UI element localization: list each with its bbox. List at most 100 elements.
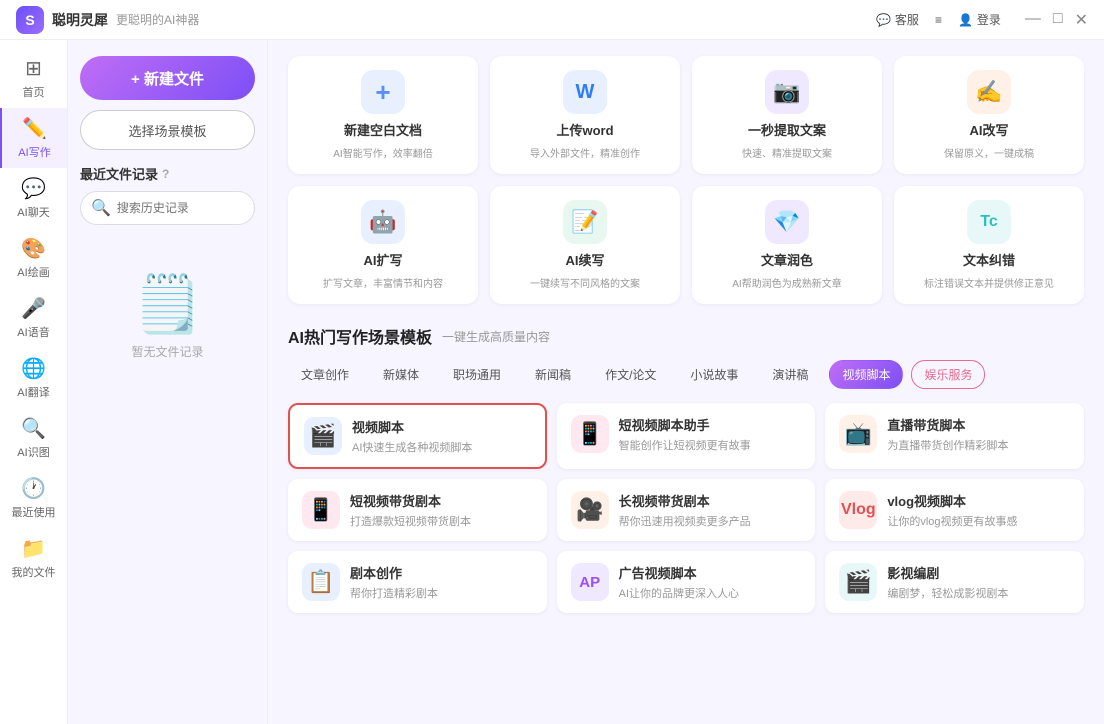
polish-icon: 💎 <box>765 200 809 244</box>
feature-card-new-blank[interactable]: + 新建空白文档 AI智能写作，效率翻倍 <box>288 56 478 174</box>
sidebar-label-ai-chat: AI聊天 <box>17 204 49 220</box>
vlog-info: vlog视频脚本 让你的vlog视频更有故事感 <box>887 491 1017 529</box>
template-tabs: 文章创作 新媒体 职场通用 新闻稿 作文/论文 小说故事 演讲稿 视频脚本 娱乐… <box>288 360 1084 389</box>
choose-template-button[interactable]: 选择场景模板 <box>80 110 255 150</box>
film-script-info: 影视编剧 编剧梦，轻松成影视剧本 <box>887 563 1008 601</box>
sidebar-item-ai-write[interactable]: ✏️ AI写作 <box>0 108 67 168</box>
left-panel: + 新建文件 选择场景模板 最近文件记录 ? 🔍 🗒️ 暂无文件记录 <box>68 40 268 724</box>
feature-card-ai-rewrite[interactable]: ✍️ AI改写 保留原义，一键成稿 <box>894 56 1084 174</box>
ai-rewrite-desc: 保留原义，一键成稿 <box>944 145 1034 160</box>
tab-workplace[interactable]: 职场通用 <box>440 360 514 389</box>
short-video-assistant-info: 短视频脚本助手 智能创作让短视频更有故事 <box>619 415 751 453</box>
feature-card-ai-continue[interactable]: 📝 AI续写 一键续写不同风格的文案 <box>490 186 680 304</box>
polish-desc: AI帮助润色为成熟新文章 <box>732 275 841 290</box>
sidebar-item-home[interactable]: ⊞ 首页 <box>0 48 67 108</box>
sidebar-label-ai-voice: AI语音 <box>17 324 49 340</box>
sidebar-item-ai-translate[interactable]: 🌐 AI翻译 <box>0 348 67 408</box>
template-card-short-video-assistant[interactable]: 📱 短视频脚本助手 智能创作让短视频更有故事 <box>557 403 816 469</box>
short-goods-info: 短视频带货剧本 打造爆款短视频带货剧本 <box>350 491 471 529</box>
template-card-script-create[interactable]: 📋 剧本创作 帮你打造精彩剧本 <box>288 551 547 613</box>
close-button[interactable]: ✕ <box>1075 10 1088 30</box>
menu-button[interactable]: ≡ <box>935 13 942 27</box>
template-card-ad-video[interactable]: AP 广告视频脚本 AI让你的品牌更深入人心 <box>557 551 816 613</box>
tab-novel[interactable]: 小说故事 <box>677 360 751 389</box>
template-card-long-goods[interactable]: 🎥 长视频带货剧本 帮你迅速用视频卖更多产品 <box>557 479 816 541</box>
tab-new-media[interactable]: 新媒体 <box>370 360 432 389</box>
sidebar-item-ai-draw[interactable]: 🎨 AI绘画 <box>0 228 67 288</box>
sidebar-item-my-files[interactable]: 📁 我的文件 <box>0 528 67 588</box>
login-button[interactable]: 👤 登录 <box>958 11 1001 28</box>
new-blank-title: 新建空白文档 <box>344 120 422 139</box>
sidebar-label-ai-identify: AI识图 <box>17 444 49 460</box>
search-box[interactable]: 🔍 <box>80 191 255 225</box>
sidebar-item-ai-chat[interactable]: 💬 AI聊天 <box>0 168 67 228</box>
help-icon: ? <box>162 167 169 181</box>
upload-word-icon: W <box>563 70 607 114</box>
new-file-button[interactable]: + 新建文件 <box>80 56 255 100</box>
template-card-film-script[interactable]: 🎬 影视编剧 编剧梦，轻松成影视剧本 <box>825 551 1084 613</box>
ai-rewrite-icon: ✍️ <box>967 70 1011 114</box>
ai-draw-icon: 🎨 <box>21 236 46 261</box>
recent-files-title: 最近文件记录 ? <box>80 164 255 183</box>
sidebar-label-ai-translate: AI翻译 <box>17 384 49 400</box>
correct-desc: 标注错误文本并提供修正意见 <box>924 275 1054 290</box>
ai-chat-icon: 💬 <box>21 176 46 201</box>
feature-card-extract-copy[interactable]: 📷 一秒提取文案 快速、精准提取文案 <box>692 56 882 174</box>
window-controls: — □ ✕ <box>1025 10 1088 30</box>
ai-continue-desc: 一键续写不同风格的文案 <box>530 275 640 290</box>
template-card-short-goods[interactable]: 📱 短视频带货剧本 打造爆款短视频带货剧本 <box>288 479 547 541</box>
sidebar-item-ai-identify[interactable]: 🔍 AI识图 <box>0 408 67 468</box>
ai-expand-title: AI扩写 <box>363 250 402 269</box>
search-input[interactable] <box>117 201 244 215</box>
tab-article[interactable]: 文章创作 <box>288 360 362 389</box>
template-card-live-script[interactable]: 📺 直播带货脚本 为直播带货创作精彩脚本 <box>825 403 1084 469</box>
maximize-button[interactable]: □ <box>1053 10 1063 30</box>
ai-write-icon: ✏️ <box>22 116 47 141</box>
tab-entertainment[interactable]: 娱乐服务 <box>911 360 985 389</box>
sidebar-item-ai-voice[interactable]: 🎤 AI语音 <box>0 288 67 348</box>
video-script-info: 视频脚本 AI快速生成各种视频脚本 <box>352 417 472 455</box>
no-files-placeholder: 🗒️ 暂无文件记录 <box>80 241 255 360</box>
tab-news[interactable]: 新闻稿 <box>522 360 584 389</box>
hot-templates-title: AI热门写作场景模板 <box>288 324 432 348</box>
tab-speech[interactable]: 演讲稿 <box>759 360 821 389</box>
sidebar-label-recent: 最近使用 <box>12 504 56 520</box>
long-goods-info: 长视频带货剧本 帮你迅速用视频卖更多产品 <box>619 491 751 529</box>
extract-copy-title: 一秒提取文案 <box>748 120 826 139</box>
tab-essay[interactable]: 作文/论文 <box>592 360 669 389</box>
feature-card-upload-word[interactable]: W 上传word 导入外部文件，精准创作 <box>490 56 680 174</box>
minimize-button[interactable]: — <box>1025 10 1041 30</box>
tab-video-script[interactable]: 视频脚本 <box>829 360 903 389</box>
vlog-icon: Vlog <box>839 491 877 529</box>
my-files-icon: 📁 <box>21 536 46 561</box>
feature-card-correct[interactable]: Tc 文本纠错 标注错误文本并提供修正意见 <box>894 186 1084 304</box>
extract-copy-icon: 📷 <box>765 70 809 114</box>
correct-title: 文本纠错 <box>963 250 1015 269</box>
script-create-icon: 📋 <box>302 563 340 601</box>
short-video-assistant-icon: 📱 <box>571 415 609 453</box>
app-logo: S <box>16 6 44 34</box>
ai-identify-icon: 🔍 <box>21 416 46 441</box>
sidebar-label-my-files: 我的文件 <box>12 564 56 580</box>
sidebar: ⊞ 首页 ✏️ AI写作 💬 AI聊天 🎨 AI绘画 🎤 AI语音 🌐 AI翻译… <box>0 40 68 724</box>
sidebar-item-recent[interactable]: 🕐 最近使用 <box>0 468 67 528</box>
ai-expand-desc: 扩写文章，丰富情节和内容 <box>323 275 443 290</box>
titlebar: S 聪明灵犀 更聪明的AI神器 💬 客服 ≡ 👤 登录 — □ ✕ <box>0 0 1104 40</box>
home-icon: ⊞ <box>25 56 42 81</box>
feature-grid: + 新建空白文档 AI智能写作，效率翻倍 W 上传word 导入外部文件，精准创… <box>288 56 1084 304</box>
ai-continue-title: AI续写 <box>565 250 604 269</box>
app-title: 聪明灵犀 <box>52 10 108 30</box>
feature-card-ai-expand[interactable]: 🤖 AI扩写 扩写文章，丰富情节和内容 <box>288 186 478 304</box>
service-button[interactable]: 💬 客服 <box>876 11 919 28</box>
feature-card-polish[interactable]: 💎 文章润色 AI帮助润色为成熟新文章 <box>692 186 882 304</box>
ai-voice-icon: 🎤 <box>21 296 46 321</box>
main-layout: ⊞ 首页 ✏️ AI写作 💬 AI聊天 🎨 AI绘画 🎤 AI语音 🌐 AI翻译… <box>0 40 1104 724</box>
service-icon: 💬 <box>876 13 891 27</box>
video-script-icon: 🎬 <box>304 417 342 455</box>
template-card-video-script[interactable]: 🎬 视频脚本 AI快速生成各种视频脚本 <box>288 403 547 469</box>
hot-templates-header: AI热门写作场景模板 一键生成高质量内容 <box>288 324 1084 348</box>
upload-word-title: 上传word <box>556 120 613 139</box>
template-card-vlog[interactable]: Vlog vlog视频脚本 让你的vlog视频更有故事感 <box>825 479 1084 541</box>
script-create-info: 剧本创作 帮你打造精彩剧本 <box>350 563 438 601</box>
sidebar-label-ai-draw: AI绘画 <box>17 264 49 280</box>
